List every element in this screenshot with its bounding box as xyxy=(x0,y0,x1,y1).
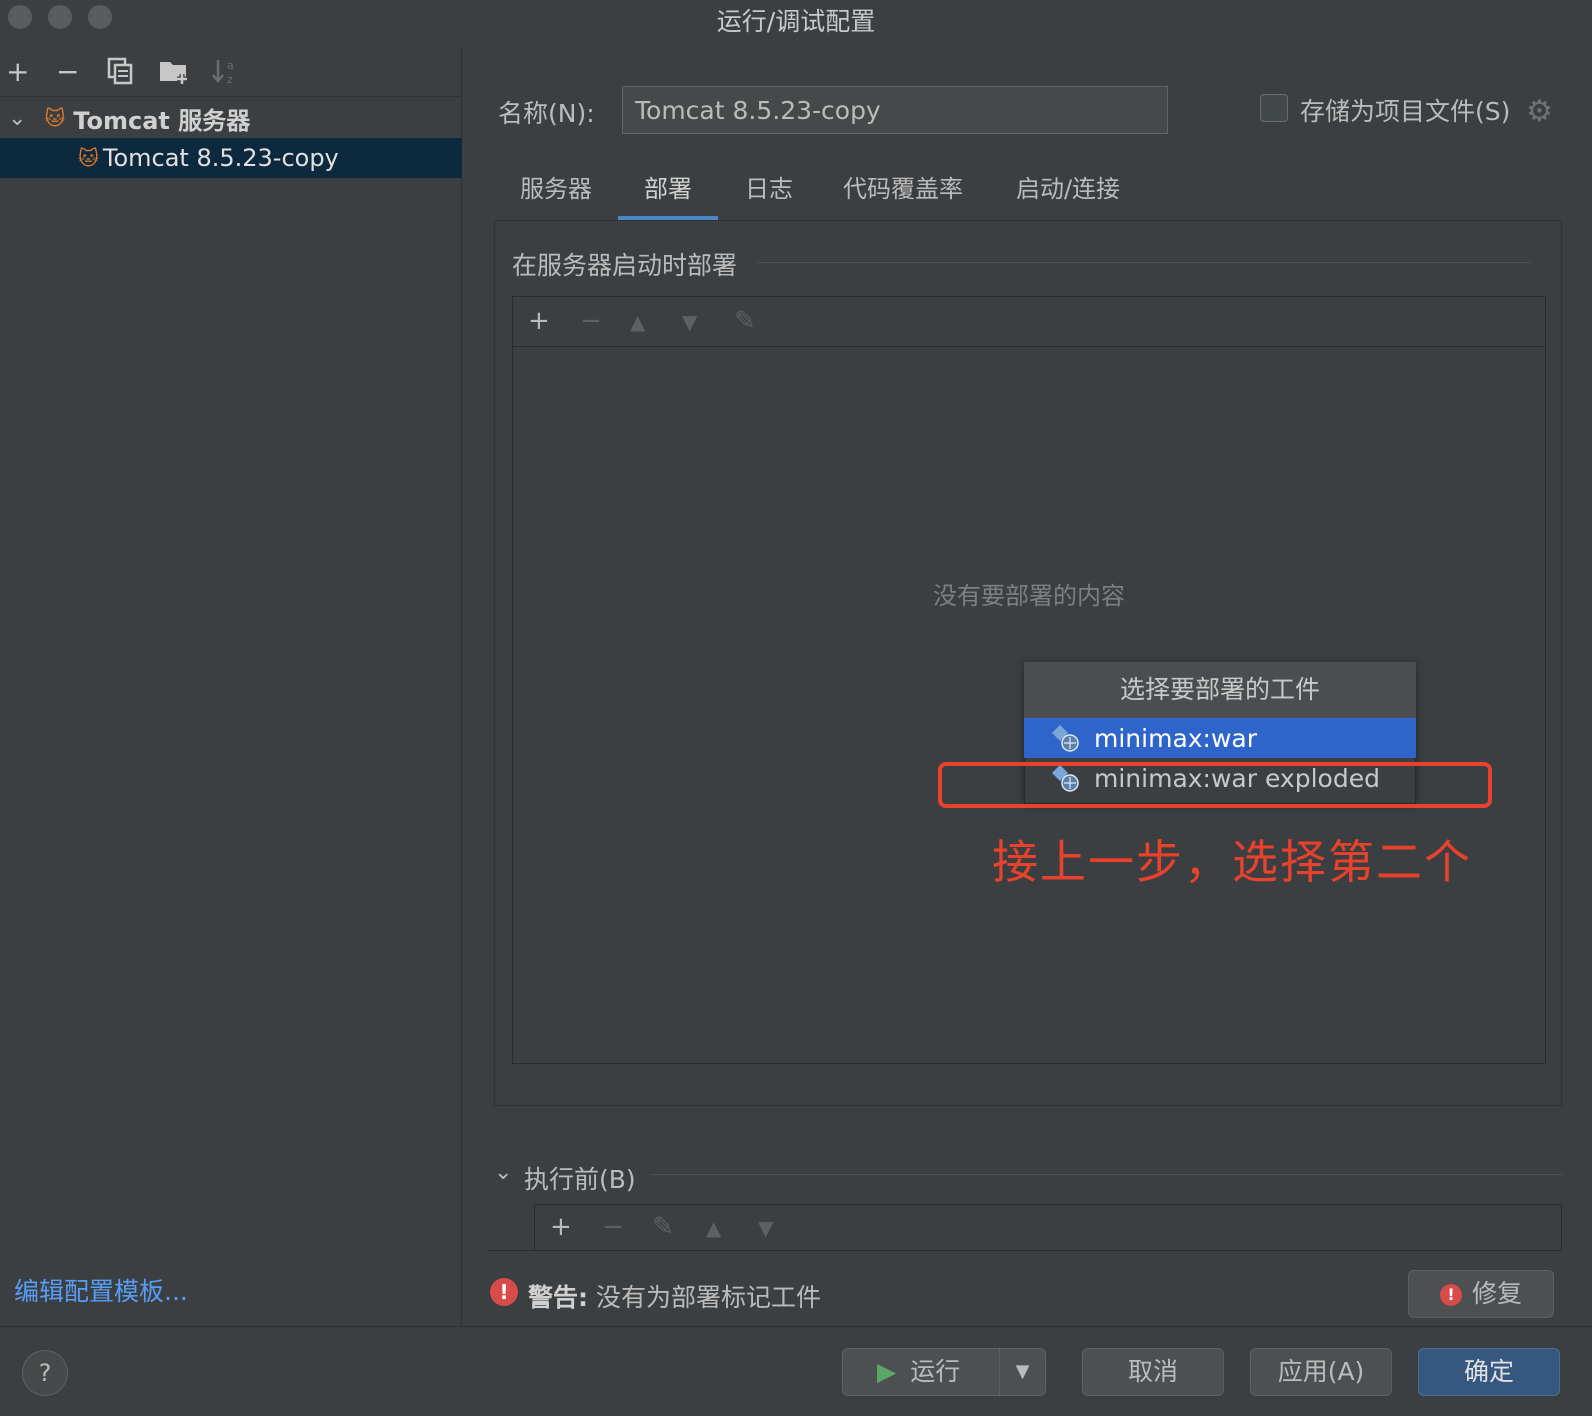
empty-list-text: 没有要部署的内容 xyxy=(933,582,1125,610)
remove-task-icon[interactable]: − xyxy=(602,1212,624,1242)
remove-config-icon[interactable]: − xyxy=(56,58,79,86)
tree-item-label: Tomcat 8.5.23-copy xyxy=(102,144,339,172)
tomcat-config-icon: 🐱 xyxy=(78,146,99,170)
deploy-section-title: 在服务器启动时部署 xyxy=(512,251,738,280)
footer-divider xyxy=(0,1326,1592,1327)
tree-group-label: Tomcat 服务器 xyxy=(73,106,251,135)
store-as-project-file-checkbox[interactable] xyxy=(1260,94,1288,122)
move-down-icon[interactable]: ▼ xyxy=(682,310,697,334)
edit-config-templates-link[interactable]: 编辑配置模板... xyxy=(14,1272,188,1308)
add-config-icon[interactable]: + xyxy=(6,58,29,86)
new-folder-icon[interactable] xyxy=(158,56,190,90)
store-as-project-file-label: 存储为项目文件(S) xyxy=(1300,97,1511,126)
warning-icon: ! xyxy=(1439,1284,1462,1306)
apply-button[interactable]: 应用(A) xyxy=(1250,1348,1392,1396)
name-label: 名称(N): xyxy=(498,99,595,128)
tab-server[interactable]: 服务器 xyxy=(508,170,604,220)
cancel-button[interactable]: 取消 xyxy=(1082,1348,1224,1396)
annotation-text: 接上一步，选择第二个 xyxy=(992,835,1472,889)
add-artifact-icon[interactable]: + xyxy=(528,306,550,336)
before-launch-list[interactable] xyxy=(534,1204,1562,1250)
copy-config-icon[interactable] xyxy=(106,56,136,90)
gear-icon[interactable]: ⚙ xyxy=(1526,94,1553,129)
tomcat-icon: 🐱 xyxy=(44,106,66,130)
popup-item-label: minimax:war xyxy=(1094,723,1258,753)
fix-button-label: 修复 xyxy=(1471,1279,1522,1308)
chevron-down-icon[interactable]: ▼ xyxy=(999,1349,1045,1395)
before-launch-bottom-divider xyxy=(488,1250,1562,1251)
window-title: 运行/调试配置 xyxy=(716,7,876,36)
move-up-icon[interactable]: ▲ xyxy=(630,310,645,334)
tab-startup-connection[interactable]: 启动/连接 xyxy=(1004,170,1132,220)
tree-group-tomcat[interactable]: ⌄ 🐱 Tomcat 服务器 xyxy=(0,98,462,138)
config-sidebar xyxy=(0,48,462,1326)
before-launch-divider xyxy=(650,1174,1562,1175)
section-divider xyxy=(758,262,1530,263)
warning-message: 警告: 没有为部署标记工件 xyxy=(528,1278,821,1314)
edit-pencil-icon[interactable]: ✎ xyxy=(734,306,756,336)
sidebar-divider xyxy=(0,96,462,97)
warning-prefix: 警告: xyxy=(528,1283,588,1312)
tab-code-coverage[interactable]: 代码覆盖率 xyxy=(832,170,974,220)
annotation-highlight-box xyxy=(938,762,1492,808)
run-icon: ▶ xyxy=(877,1357,897,1386)
chevron-down-icon[interactable]: ⌄ xyxy=(8,106,26,131)
warning-text: 没有为部署标记工件 xyxy=(595,1283,821,1312)
fix-button[interactable]: ! 修复 xyxy=(1408,1270,1554,1318)
artifact-list-toolbar xyxy=(513,297,1545,347)
run-button-label: 运行 xyxy=(910,1357,961,1386)
move-down-icon[interactable]: ▼ xyxy=(758,1216,773,1240)
move-up-icon[interactable]: ▲ xyxy=(706,1216,721,1240)
before-launch-label: 执行前(B) xyxy=(524,1165,636,1194)
svg-text:a: a xyxy=(227,59,234,72)
sort-icon[interactable]: az xyxy=(210,56,240,90)
popup-item-war[interactable]: minimax:war xyxy=(1024,718,1416,758)
chevron-down-icon[interactable]: ⌄ xyxy=(494,1160,512,1185)
tab-logs[interactable]: 日志 xyxy=(738,170,800,220)
name-field[interactable] xyxy=(622,86,1168,134)
ok-button[interactable]: 确定 xyxy=(1418,1348,1560,1396)
edit-task-icon[interactable]: ✎ xyxy=(652,1212,674,1242)
tree-item-tomcat-copy[interactable]: 🐱 Tomcat 8.5.23-copy xyxy=(0,138,462,178)
tab-deployment[interactable]: 部署 xyxy=(618,170,718,220)
warning-icon: ! xyxy=(490,1278,518,1306)
run-button[interactable]: ▶ 运行 ▼ xyxy=(842,1348,1046,1396)
svg-text:z: z xyxy=(227,73,233,86)
web-artifact-icon xyxy=(1050,723,1080,753)
popup-title: 选择要部署的工件 xyxy=(1024,662,1416,718)
add-task-icon[interactable]: + xyxy=(550,1212,572,1242)
help-button[interactable]: ? xyxy=(22,1350,68,1396)
remove-artifact-icon[interactable]: − xyxy=(580,306,602,336)
